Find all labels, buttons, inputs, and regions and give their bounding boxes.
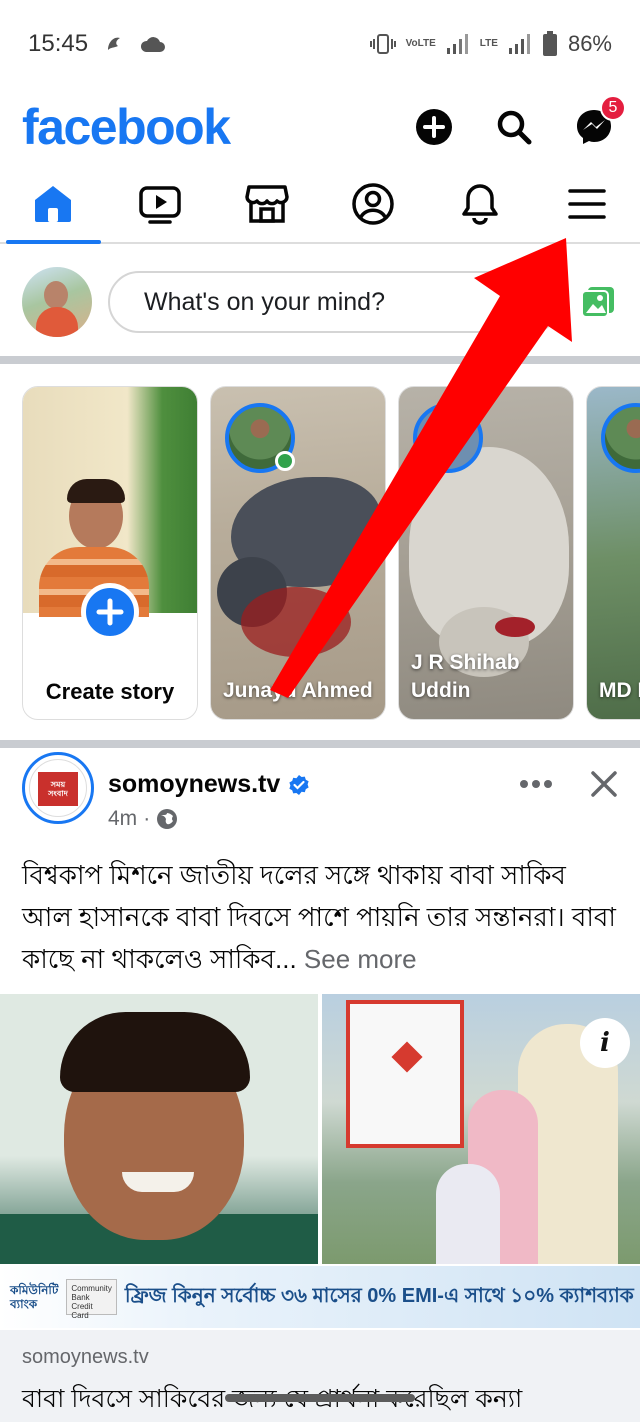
tab-video[interactable]	[107, 166, 214, 242]
home-icon	[35, 186, 72, 222]
post-text[interactable]: বিশ্বকাপ মিশনে জাতীয় দলের সঙ্গে থাকায় …	[22, 854, 622, 980]
plus-circle-icon	[416, 109, 452, 145]
somoy-logo-icon: সময় সংবাদ	[38, 772, 78, 806]
stories-row: Create story Junayd Ahmed J R Shihab Udd…	[22, 386, 640, 722]
create-story-card[interactable]: Create story	[22, 386, 198, 720]
volte-icon: VoLTE	[405, 38, 436, 49]
search-button[interactable]	[494, 107, 534, 147]
ad-offer-text: ফ্রিজ কিনুন সর্বোচ্চ ৩৬ মাসের 0% EMI-এ স…	[124, 1284, 634, 1307]
post-composer: What's on your mind?	[0, 246, 640, 358]
photo-button[interactable]	[578, 282, 618, 322]
more-options-icon[interactable]	[520, 779, 552, 789]
story-card[interactable]: Junayd Ahmed	[210, 386, 386, 720]
link-preview[interactable]: somoynews.tv বাবা দিবসে সাকিবের জন্য যে …	[0, 1330, 640, 1422]
story-card[interactable]: J R Shihab Uddin	[398, 386, 574, 720]
post-images[interactable]: i	[0, 994, 640, 1264]
credit-card-image: Community Bank Credit Card	[66, 1279, 117, 1320]
tab-menu[interactable]	[533, 166, 640, 242]
story-card[interactable]: MD Rosh	[586, 386, 640, 720]
tab-home[interactable]	[0, 166, 107, 244]
battery-percent: 86%	[567, 31, 612, 56]
close-icon[interactable]	[590, 770, 618, 798]
dot-separator: ·	[143, 807, 151, 830]
main-tabs	[0, 166, 640, 244]
app-notification-icon	[102, 32, 126, 56]
tab-profile[interactable]	[320, 166, 427, 242]
post-image-right[interactable]: i	[322, 994, 640, 1264]
post-image-left[interactable]	[0, 994, 318, 1264]
create-story-label: Create story	[45, 679, 175, 704]
messenger-badge: 5	[600, 95, 626, 121]
search-icon	[497, 110, 532, 145]
lte-icon: LTE	[479, 38, 498, 49]
messenger-button[interactable]: 5	[574, 95, 626, 147]
tab-notifications[interactable]	[427, 166, 534, 242]
story-author-name: J R Shihab Uddin	[411, 651, 520, 702]
section-divider	[0, 740, 640, 748]
post-header: সময় সংবাদ somoynews.tv 4m ·	[0, 752, 640, 852]
globe-icon	[157, 809, 178, 829]
section-divider	[0, 356, 640, 364]
ad-banner[interactable]: কমিউনিটি ব্যাংক Community Bank Credit Ca…	[0, 1266, 640, 1328]
marketplace-icon	[244, 185, 289, 223]
hamburger-menu-icon	[567, 189, 606, 219]
vibrate-icon	[369, 32, 396, 56]
drawing-card	[346, 1000, 464, 1148]
video-icon	[139, 186, 181, 224]
bell-icon	[462, 184, 498, 225]
status-time: 15:45	[28, 30, 89, 57]
whats-on-your-mind-input[interactable]: What's on your mind?	[108, 271, 562, 333]
home-indicator[interactable]	[225, 1394, 415, 1402]
post-time[interactable]: 4m	[108, 807, 137, 831]
status-bar: 15:45 VoLTE LTE 86%	[0, 0, 640, 88]
story-avatar	[413, 403, 483, 473]
post-author-name[interactable]: somoynews.tv	[108, 770, 280, 799]
signal-icon-2	[508, 33, 532, 55]
verified-badge-icon	[289, 774, 309, 795]
story-author-name: MD Rosh	[599, 679, 640, 702]
app-header: facebook 5	[0, 88, 640, 166]
facebook-logo[interactable]: facebook	[22, 98, 231, 156]
bank-logo: কমিউনিটি ব্যাংক	[10, 1283, 59, 1311]
story-avatar	[601, 403, 640, 473]
signal-icon	[446, 33, 470, 55]
online-indicator	[275, 451, 295, 471]
profile-icon	[352, 183, 395, 225]
info-icon[interactable]: i	[580, 1018, 630, 1068]
battery-icon	[542, 31, 558, 57]
user-avatar[interactable]	[22, 267, 92, 337]
see-more-link[interactable]: See more	[304, 944, 417, 974]
tab-marketplace[interactable]	[213, 166, 320, 242]
cloud-icon	[140, 34, 166, 54]
page-avatar[interactable]: সময় সংবাদ	[22, 752, 94, 824]
add-story-plus-icon[interactable]	[81, 583, 139, 641]
create-button[interactable]	[414, 107, 454, 147]
photo-icon	[581, 287, 614, 318]
story-author-name: Junayd Ahmed	[223, 679, 373, 702]
link-domain: somoynews.tv	[22, 1346, 149, 1368]
